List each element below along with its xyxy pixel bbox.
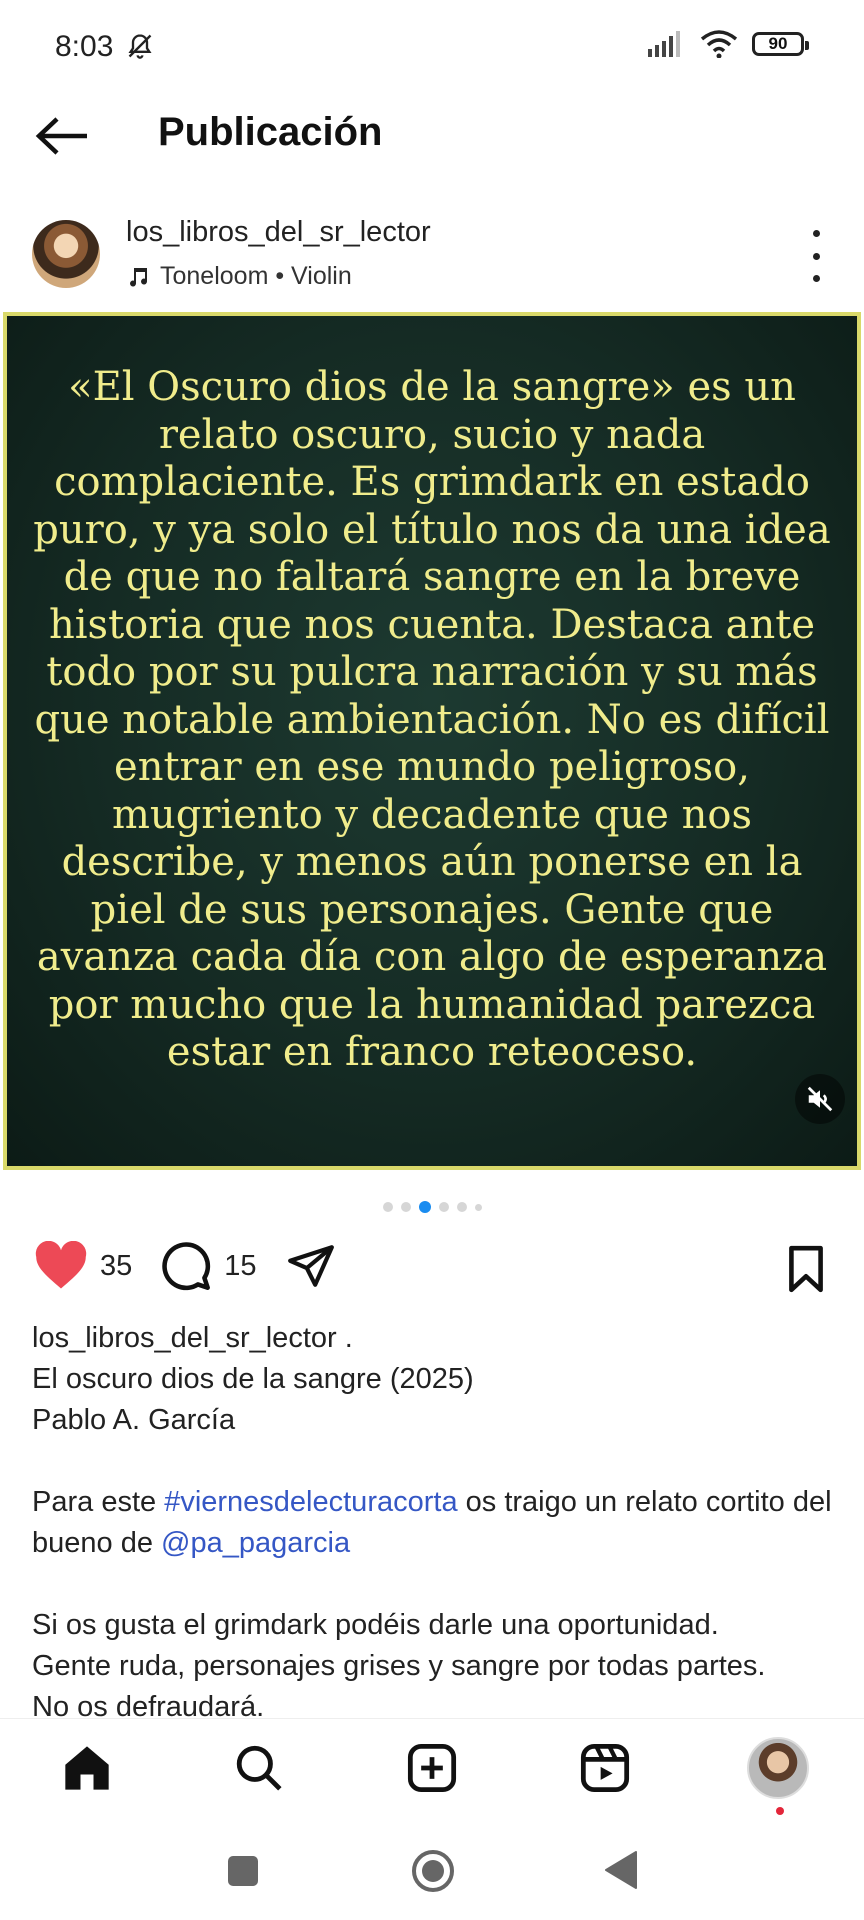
- nav-create[interactable]: [397, 1733, 467, 1803]
- status-time-text: 8:03: [55, 30, 114, 63]
- back-arrow-icon: [35, 117, 87, 155]
- caption-username[interactable]: los_libros_del_sr_lector: [32, 1322, 337, 1354]
- caption-line: Si os gusta el grimdark podéis darle una…: [32, 1609, 719, 1641]
- post-caption: los_libros_del_sr_lector . El oscuro dio…: [32, 1318, 842, 1728]
- battery-level: 90: [768, 34, 788, 53]
- more-options-icon[interactable]: [798, 230, 834, 282]
- music-note-icon: [130, 267, 148, 287]
- bookmark-icon[interactable]: [784, 1244, 828, 1294]
- triangle-back-icon: [605, 1851, 637, 1889]
- bottom-navigation: [0, 1718, 864, 1829]
- signal-icon: [648, 31, 680, 57]
- caption-text: Para este: [32, 1486, 165, 1518]
- carousel-dot: [456, 1202, 467, 1212]
- muted-speaker-icon: [807, 1086, 833, 1112]
- carousel-dot-active: [418, 1201, 431, 1213]
- system-back-button[interactable]: [604, 1850, 638, 1895]
- battery-icon: 90: [752, 32, 809, 56]
- caption-username-suffix: .: [336, 1322, 353, 1354]
- system-navigation: [0, 1828, 864, 1920]
- author-username[interactable]: los_libros_del_sr_lector: [126, 216, 431, 249]
- circle-icon: [412, 1850, 454, 1892]
- likes-count[interactable]: 35: [100, 1250, 132, 1283]
- wifi-icon: [700, 30, 738, 58]
- heart-icon[interactable]: [34, 1241, 88, 1291]
- caption-gap: [32, 1441, 842, 1482]
- hashtag-link[interactable]: #viernesdelecturacorta: [164, 1486, 457, 1518]
- nav-profile[interactable]: [743, 1733, 813, 1803]
- more-dot: [812, 275, 820, 282]
- music-label: Toneloom • Violin: [160, 262, 352, 290]
- comment-icon[interactable]: [160, 1240, 212, 1292]
- nav-reels[interactable]: [570, 1733, 640, 1803]
- home-system-button[interactable]: [410, 1848, 456, 1899]
- caption-line: Pablo A. García: [32, 1404, 236, 1436]
- page-title: Publicación: [158, 110, 383, 154]
- back-button[interactable]: [30, 108, 96, 164]
- carousel-dot: [382, 1202, 393, 1212]
- more-dot: [812, 252, 820, 260]
- caption-gap: [32, 1564, 842, 1605]
- square-icon: [228, 1856, 258, 1886]
- carousel-dot: [474, 1203, 482, 1211]
- mute-button[interactable]: [795, 1074, 845, 1124]
- recents-button[interactable]: [226, 1854, 260, 1893]
- status-icons: 90: [646, 30, 809, 58]
- carousel-dot: [400, 1202, 411, 1212]
- carousel-dot: [438, 1202, 449, 1212]
- music-attribution[interactable]: Toneloom • Violin: [126, 262, 352, 291]
- media-quote-text: «El Oscuro dios de la sangre» es un rela…: [33, 364, 831, 1075]
- mention-link[interactable]: @pa_pagarcia: [161, 1527, 350, 1559]
- reels-icon: [580, 1743, 630, 1793]
- create-icon: [407, 1743, 457, 1793]
- share-icon[interactable]: [285, 1241, 337, 1291]
- caption-line: El oscuro dios de la sangre (2025): [32, 1363, 474, 1395]
- post-media[interactable]: «El Oscuro dios de la sangre» es un rela…: [3, 312, 861, 1170]
- profile-avatar: [747, 1737, 809, 1799]
- caption-paragraph: Para este #viernesdelecturacorta os trai…: [32, 1482, 842, 1564]
- more-dot: [812, 230, 820, 237]
- status-time: 8:03: [55, 30, 154, 64]
- home-icon: [65, 1746, 109, 1790]
- search-icon: [236, 1745, 282, 1791]
- silent-bell-icon: [128, 34, 152, 59]
- nav-home[interactable]: [52, 1733, 122, 1803]
- caption-line: Gente ruda, personajes grises y sangre p…: [32, 1650, 766, 1682]
- nav-search[interactable]: [224, 1733, 294, 1803]
- comments-count[interactable]: 15: [224, 1250, 256, 1283]
- caption-author-line: los_libros_del_sr_lector .: [32, 1318, 842, 1359]
- profile-notification-dot: [776, 1807, 784, 1815]
- post-actions: 35 15: [34, 1240, 337, 1292]
- author-avatar[interactable]: [32, 220, 100, 288]
- carousel-indicator: [0, 1201, 864, 1213]
